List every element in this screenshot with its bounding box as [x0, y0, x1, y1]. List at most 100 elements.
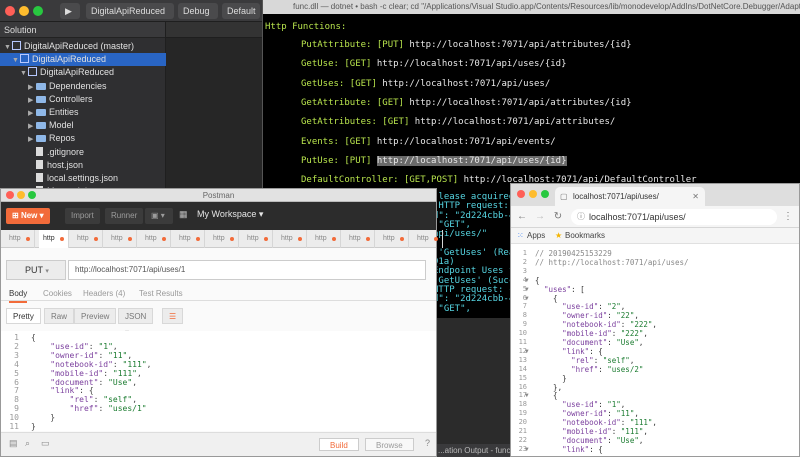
- maximize-icon[interactable]: [541, 190, 549, 198]
- vs-project-selector[interactable]: DigitalApiReduced: [86, 3, 174, 19]
- tree-item-label: Dependencies: [49, 80, 107, 91]
- request-tab[interactable]: http: [311, 230, 341, 248]
- tab-body[interactable]: Body: [9, 287, 28, 303]
- raw-button[interactable]: Raw: [44, 308, 75, 324]
- close-icon[interactable]: [6, 191, 14, 199]
- function-methods: [GET,POST]: [403, 175, 459, 186]
- info-icon[interactable]: ⓘ: [577, 209, 585, 225]
- tree-item[interactable]: ▶ Model: [0, 119, 166, 132]
- vs-output-pad-tab[interactable]: ...ation Output - func: [435, 444, 511, 457]
- tab-close-icon[interactable]: ✕: [692, 187, 699, 206]
- pretty-button[interactable]: Pretty: [6, 308, 41, 324]
- collapse-arrow-icon[interactable]: ▼: [525, 295, 529, 302]
- language-select[interactable]: JSON ▾: [118, 308, 154, 337]
- response-tabs: Body Cookies Headers (4) Test Results: [1, 287, 436, 303]
- minimize-icon[interactable]: [529, 190, 537, 198]
- request-tab[interactable]: http: [107, 230, 137, 248]
- request-tab[interactable]: http: [413, 230, 443, 248]
- json-viewer[interactable]: 1 // 20190425153229 2 // http://localhost:7…: [511, 245, 799, 456]
- request-tab[interactable]: http: [243, 230, 273, 248]
- disclosure-arrow-icon[interactable]: ▶: [28, 94, 36, 107]
- maximize-icon[interactable]: [28, 191, 36, 199]
- disclosure-arrow-icon[interactable]: ▶: [28, 120, 36, 133]
- runner-button[interactable]: Runner: [105, 208, 144, 224]
- method-select[interactable]: PUT ▾: [6, 260, 66, 280]
- tree-item[interactable]: .gitignore: [0, 146, 166, 159]
- collapse-arrow-icon[interactable]: ▼: [525, 446, 529, 453]
- preview-button[interactable]: Preview: [74, 308, 117, 324]
- function-name: GetUses:: [301, 78, 345, 89]
- sidebar-toggle-icon[interactable]: ▤: [9, 438, 18, 449]
- tree-item[interactable]: ▶ Dependencies: [0, 80, 166, 93]
- unsaved-dot-icon: [264, 237, 268, 241]
- collapse-arrow-icon[interactable]: ▼: [525, 348, 529, 355]
- workspace-selector[interactable]: My Workspace ▾: [197, 209, 263, 220]
- tree-item[interactable]: ▶ Entities: [0, 106, 166, 119]
- disclosure-arrow-icon[interactable]: ▼: [12, 54, 20, 67]
- request-tab[interactable]: http: [379, 230, 409, 248]
- minimize-icon[interactable]: [17, 191, 25, 199]
- back-icon[interactable]: ←: [515, 209, 529, 225]
- url-input[interactable]: http://localhost:7071/api/uses/1: [68, 260, 426, 280]
- minimize-icon[interactable]: [19, 6, 29, 16]
- maximize-icon[interactable]: [33, 6, 43, 16]
- tree-item[interactable]: ▼ DigitalApiReduced (master): [0, 40, 166, 53]
- new-button[interactable]: ⊞ New ▾: [6, 208, 50, 224]
- chevron-down-icon: ▾: [45, 268, 49, 275]
- json-line: "link": {: [562, 444, 603, 454]
- disclosure-arrow-icon[interactable]: ▼: [20, 67, 28, 80]
- close-icon[interactable]: [517, 190, 525, 198]
- browse-button[interactable]: Browse: [365, 438, 414, 451]
- disclosure-arrow-icon[interactable]: ▶: [28, 107, 36, 120]
- search-icon[interactable]: ⌕: [25, 438, 30, 449]
- tree-item[interactable]: ▼ DigitalApiReduced: [0, 53, 166, 67]
- json-line: "use-id": "2",: [562, 302, 626, 312]
- import-button[interactable]: Import: [65, 208, 100, 224]
- request-tab[interactable]: http: [5, 230, 35, 248]
- new-window-button[interactable]: ▣ ▾: [145, 208, 173, 224]
- console-icon[interactable]: ▭: [41, 438, 50, 449]
- request-tab[interactable]: http: [277, 230, 307, 248]
- menu-icon[interactable]: ⋮: [781, 209, 795, 225]
- collapse-arrow-icon[interactable]: ▼: [525, 392, 529, 399]
- forward-icon[interactable]: →: [533, 209, 547, 225]
- unsaved-dot-icon: [366, 237, 370, 241]
- request-tab[interactable]: http: [175, 230, 205, 248]
- request-tab-label: http: [179, 235, 191, 242]
- vs-config-selector[interactable]: Debug: [178, 3, 218, 19]
- run-button[interactable]: ▶: [60, 3, 80, 19]
- tab-cookies[interactable]: Cookies: [43, 287, 72, 301]
- tab-test-results[interactable]: Test Results: [139, 287, 183, 301]
- collapse-arrow-icon[interactable]: ▼: [525, 286, 529, 293]
- disclosure-arrow-icon[interactable]: ▶: [28, 81, 36, 94]
- response-body[interactable]: 1 {2 "use-id": "1", 3 "owner-id": "11", 4 "…: [1, 331, 436, 431]
- disclosure-arrow-icon[interactable]: ▶: [28, 133, 36, 146]
- json-line: "document": "Use",: [562, 435, 644, 445]
- request-tab[interactable]: http: [345, 230, 375, 248]
- reload-icon[interactable]: ↻: [551, 209, 565, 225]
- bookmark-apps[interactable]: Apps: [527, 228, 545, 244]
- wrap-lines-icon[interactable]: ☰: [162, 308, 184, 324]
- vs-target-selector[interactable]: Default: [222, 3, 260, 19]
- chrome-tab[interactable]: ▢ localhost:7071/api/uses/ ✕: [555, 187, 705, 206]
- tree-item[interactable]: host.json: [0, 159, 166, 172]
- tree-item[interactable]: ▶ Repos: [0, 132, 166, 145]
- help-icon[interactable]: ?: [425, 438, 430, 448]
- window-plus-icon: ▣ ▾: [151, 211, 165, 220]
- code-line: "mobile-id": "111",: [50, 368, 142, 378]
- request-tab[interactable]: http: [39, 230, 69, 248]
- tree-item[interactable]: local.settings.json: [0, 172, 166, 185]
- file-icon: [36, 159, 43, 169]
- request-tab[interactable]: http: [73, 230, 103, 248]
- tree-item[interactable]: ▼ DigitalApiReduced: [0, 66, 166, 79]
- tree-item[interactable]: ▶ Controllers: [0, 93, 166, 106]
- request-tab[interactable]: http: [141, 230, 171, 248]
- close-icon[interactable]: [5, 6, 15, 16]
- disclosure-arrow-icon[interactable]: ▼: [4, 41, 12, 54]
- tab-headers[interactable]: Headers (4): [83, 287, 125, 301]
- request-tab[interactable]: http: [209, 230, 239, 248]
- collapse-arrow-icon[interactable]: ▼: [525, 277, 529, 284]
- build-button[interactable]: Build: [319, 438, 359, 451]
- address-input[interactable]: ⓘ localhost:7071/api/uses/: [571, 209, 777, 225]
- bookmark-bookmarks[interactable]: Bookmarks: [565, 228, 605, 244]
